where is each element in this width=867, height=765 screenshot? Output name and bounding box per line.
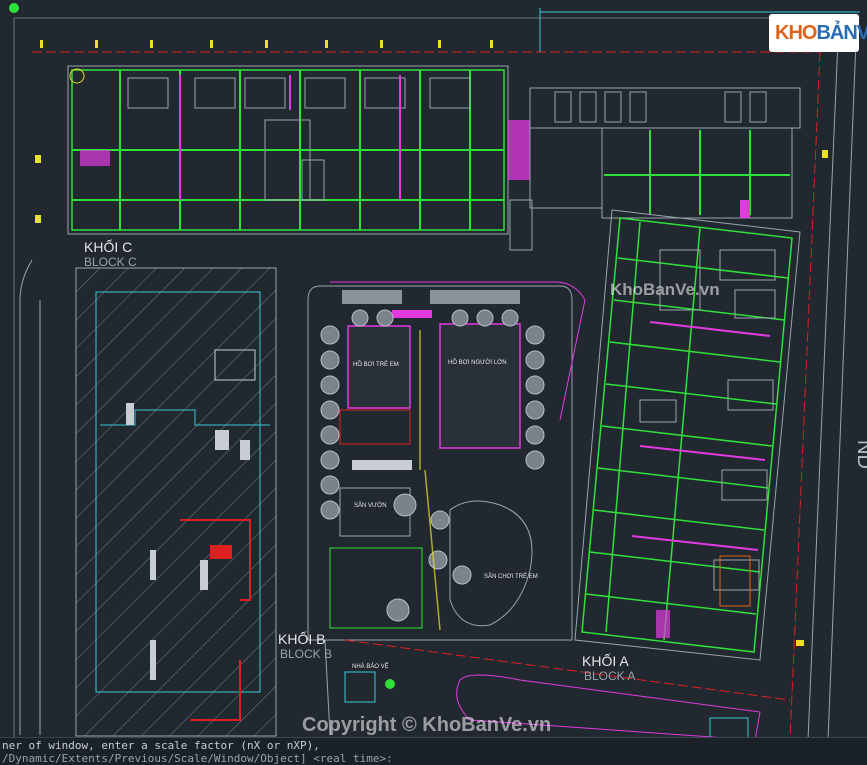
- block-c-core-magenta: [508, 120, 530, 180]
- playground-label: SÂN CHƠI TRẺ EM: [484, 573, 538, 580]
- command-prompt-line[interactable]: /Dynamic/Extents/Previous/Scale/Window/O…: [2, 752, 393, 765]
- top-right-annex-plan: [529, 87, 801, 219]
- block-b-label-en: BLOCK B: [280, 647, 332, 661]
- block-a-plan: [574, 209, 801, 661]
- block-b-plan: [75, 267, 277, 737]
- adult-pool: [439, 323, 521, 449]
- road-label: ND: [853, 440, 867, 469]
- garden-label: SÂN VƯỜN: [354, 502, 387, 509]
- logo-part-ban: BẢN: [816, 22, 857, 44]
- block-c-label-en: BLOCK C: [84, 255, 137, 269]
- command-line-panel[interactable]: ner of window, enter a scale factor (nX …: [0, 737, 867, 765]
- command-history-line: ner of window, enter a scale factor (nX …: [2, 739, 320, 752]
- guard-house-label: NHÀ BẢO VỆ: [352, 662, 389, 670]
- block-b-hatch: [75, 267, 277, 737]
- logo-part-kho: KHO: [775, 22, 817, 44]
- node-marker: [385, 679, 395, 689]
- left-road-curve: [19, 259, 33, 735]
- block-a-label-en: BLOCK A: [584, 669, 635, 683]
- cad-drawing-canvas[interactable]: KHỐI C BLOCK C KHỐI B BLOCK B KHỐI A BLO…: [0, 0, 867, 764]
- central-amenity-plan: [307, 281, 586, 641]
- kids-pool-label: HỒ BƠI TRẺ EM: [353, 361, 399, 368]
- block-c-plan: [67, 65, 533, 251]
- playground-outline: [449, 500, 533, 627]
- road-edge-2: [827, 39, 857, 741]
- boundary-red-right: [789, 51, 821, 741]
- adult-pool-label: HỒ BƠI NGƯỜI LỚN: [448, 359, 507, 366]
- watermark-top: KhoBanVe.vn: [610, 280, 720, 299]
- block-b-label-vn: KHỐI B: [278, 630, 325, 647]
- road-edge-1: [807, 39, 839, 741]
- node-marker: [9, 3, 19, 13]
- watermark-copyright: Copyright © KhoBanVe.vn: [302, 714, 552, 736]
- logo-part-ve: VẼ: [856, 22, 867, 44]
- block-c-label-vn: KHỐI C: [84, 238, 132, 255]
- logo-text: KHOBẢNVẼ: [775, 22, 867, 45]
- block-a-label-vn: KHỐI A: [582, 652, 629, 669]
- khobanve-logo: KHOBẢNVẼ: [769, 14, 867, 52]
